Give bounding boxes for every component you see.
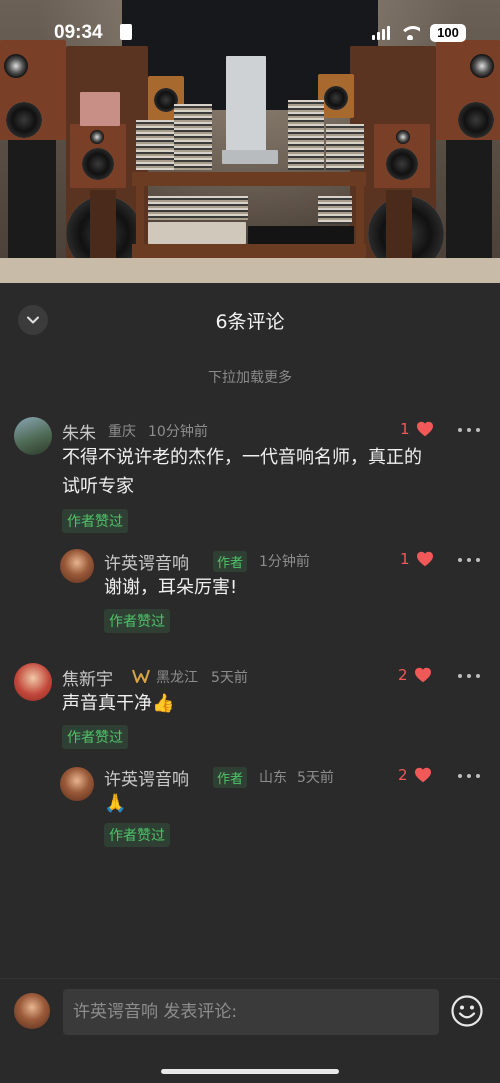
- floor: [0, 258, 500, 285]
- heart-icon: [416, 421, 433, 437]
- home-indicator[interactable]: [161, 1069, 339, 1074]
- comment-item: 朱朱 重庆 10分钟前 1 不得不说许老的杰作，一代音响名师，真正的 试听专家 …: [0, 413, 500, 653]
- reply-avatar[interactable]: [60, 767, 94, 801]
- status-time: 09:34: [54, 22, 103, 43]
- left-tower-speaker: [0, 40, 66, 140]
- sheet-header: 6条评论: [0, 283, 500, 355]
- comment-time: 5天前: [211, 670, 248, 686]
- heart-icon: [414, 767, 431, 783]
- reply-like-button[interactable]: 1: [400, 550, 434, 568]
- reply-author-liked-badge: 作者赞过: [104, 609, 170, 633]
- comment-text-continued: 试听专家: [62, 476, 134, 497]
- cd-stack-lower-left: [148, 196, 248, 220]
- heart-icon: [414, 667, 431, 683]
- comment-time: 10分钟前: [148, 424, 208, 440]
- comment-location: 重庆: [108, 424, 136, 440]
- reply-avatar[interactable]: [60, 549, 94, 583]
- comment-input[interactable]: 许英谔音响 发表评论:: [63, 989, 439, 1035]
- vip-badge-icon: [132, 668, 150, 684]
- left-bookshelf-speaker: [70, 124, 126, 188]
- rack-leg-right: [356, 186, 364, 246]
- cd-stack-right-2: [326, 124, 364, 170]
- reply-like-button[interactable]: 2: [398, 766, 432, 784]
- reply-more-options-icon[interactable]: [458, 558, 480, 564]
- comment-count-title: 6条评论: [215, 311, 285, 333]
- like-count: 1: [400, 420, 410, 438]
- commenter-name[interactable]: 焦新宇: [62, 665, 113, 690]
- cellular-signal-icon: [372, 26, 390, 40]
- reply-author-name[interactable]: 许英谔音响: [104, 549, 189, 574]
- commenter-name[interactable]: 朱朱: [62, 419, 96, 444]
- author-tag: 作者: [213, 551, 248, 572]
- reply-text: 谢谢，耳朵厉害!: [104, 577, 238, 598]
- reply-more-options-icon[interactable]: [458, 774, 480, 780]
- reply-like-count: 1: [400, 550, 410, 568]
- wifi-icon: [400, 26, 420, 40]
- reply-text: 🙏: [104, 793, 127, 814]
- battery-icon: 100: [430, 24, 466, 42]
- more-options-icon[interactable]: [458, 674, 480, 680]
- avatar[interactable]: [14, 417, 52, 455]
- cd-stack-left: [136, 120, 174, 170]
- comment-sheet: 6条评论 下拉加载更多 朱朱 重庆 10分钟前 1 不得不说许老的杰作，一代音响…: [0, 283, 500, 1083]
- author-tag: 作者: [213, 767, 248, 788]
- current-user-avatar: [14, 993, 50, 1029]
- amplifier-base: [222, 150, 278, 164]
- id-card-icon: [120, 24, 132, 40]
- album-cover: [80, 92, 120, 126]
- more-options-icon[interactable]: [458, 428, 480, 434]
- cd-stack-left-2: [174, 104, 212, 170]
- author-liked-badge: 作者赞过: [62, 509, 128, 533]
- author-liked-badge: 作者赞过: [62, 725, 128, 749]
- cd-stack-lower-right: [318, 196, 352, 224]
- like-button[interactable]: 1: [400, 420, 434, 438]
- reply-like-count: 2: [398, 766, 408, 784]
- heart-icon: [416, 551, 433, 567]
- comment-text: 不得不说许老的杰作，一代音响名师，真正的: [62, 447, 422, 468]
- pull-to-load-more[interactable]: 下拉加载更多: [0, 367, 500, 387]
- reply-author-liked-badge: 作者赞过: [104, 823, 170, 847]
- comment-input-bar: 许英谔音响 发表评论:: [0, 978, 500, 1083]
- right-bookshelf-speaker: [374, 124, 430, 188]
- rack-leg-left: [136, 186, 144, 246]
- reply-time: 5天前: [297, 770, 334, 786]
- cd-stack-right: [288, 100, 324, 170]
- comment-item: 焦新宇 黑龙江 5天前 2 声音真干净👍 作者赞过 许英谔音响 作者 山东 5天…: [0, 663, 500, 863]
- emoji-button[interactable]: [450, 994, 484, 1028]
- black-amplifier: [248, 226, 354, 244]
- reply-location: 山东: [259, 770, 287, 786]
- comment-location: 黑龙江: [156, 670, 198, 686]
- reply-author-name[interactable]: 许英谔音响: [104, 765, 189, 790]
- like-button[interactable]: 2: [398, 666, 432, 684]
- comment-text: 声音真干净👍: [62, 693, 175, 714]
- status-indicators: 100: [372, 24, 466, 42]
- avatar[interactable]: [14, 663, 52, 701]
- smiley-icon: [451, 995, 483, 1027]
- reply-time: 1分钟前: [259, 554, 310, 570]
- video-cover-image[interactable]: 09:34 100: [0, 0, 500, 285]
- cd-player: [148, 222, 246, 244]
- right-tower-speaker: [436, 40, 500, 140]
- tube-amplifier: [226, 56, 266, 156]
- rack-top-shelf: [132, 172, 366, 186]
- like-count: 2: [398, 666, 408, 684]
